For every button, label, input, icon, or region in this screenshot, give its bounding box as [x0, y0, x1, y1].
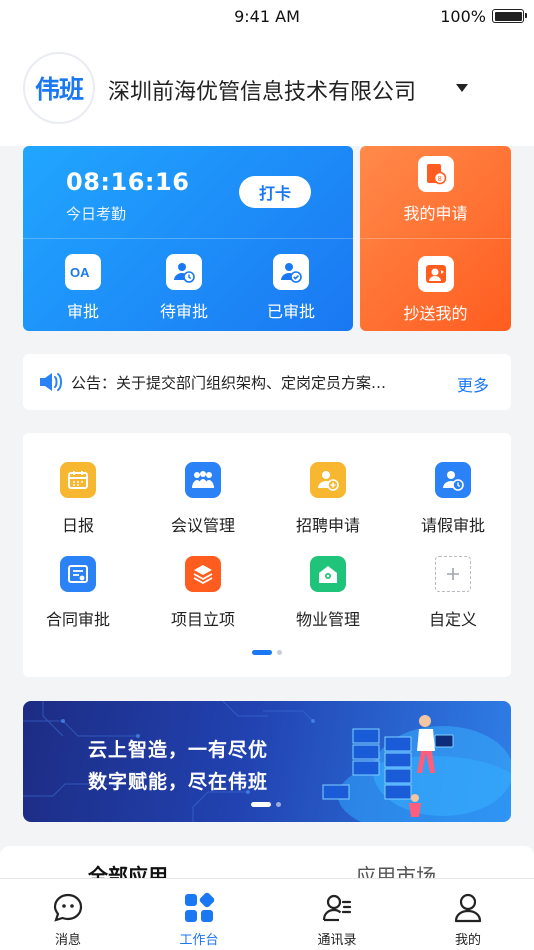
- property-icon: [310, 556, 346, 592]
- svg-text:8: 8: [437, 176, 441, 183]
- app-grid: 日报 会议管理 招聘申请 请假审批 合同审批 项目立项 物业管理 自定义: [23, 433, 511, 677]
- tab-label: 工作台: [179, 933, 219, 948]
- header: 伟班 深圳前海优管信息技术有限公司: [0, 34, 534, 146]
- my-application-item[interactable]: 8 我的申请: [360, 156, 511, 224]
- banner-page-indicator: [251, 802, 281, 807]
- cc-to-me-icon: [417, 256, 454, 292]
- my-application-label: 我的申请: [403, 204, 468, 223]
- app-label: 项目立项: [170, 610, 235, 629]
- app-label: 物业管理: [295, 610, 360, 629]
- notice-text[interactable]: 公告：关于提交部门组织架构、定岗定员方案…: [71, 372, 446, 393]
- contract-icon: [60, 556, 96, 592]
- page-dot: [277, 650, 282, 655]
- app-project-initiation[interactable]: 项目立项: [148, 556, 258, 630]
- app-label: 自定义: [428, 610, 477, 629]
- company-logo: 伟班: [23, 52, 95, 124]
- oa-icon: OA: [65, 254, 101, 290]
- app-label: 请假审批: [420, 516, 485, 535]
- banner-line-1: 云上智造，一有尽优: [88, 739, 269, 761]
- speaker-icon: [40, 373, 62, 391]
- punch-button[interactable]: 打卡: [239, 176, 311, 208]
- meeting-icon: [185, 462, 221, 498]
- promo-banner[interactable]: 云上智造，一有尽优 数字赋能，尽在伟班: [23, 701, 511, 822]
- attendance-card: 08:16:16 今日考勤 打卡 OA 审批 待审批 已审批: [23, 146, 353, 331]
- app-property-management[interactable]: 物业管理: [273, 556, 383, 630]
- banner-dot: [276, 802, 281, 807]
- app-recruitment[interactable]: 招聘申请: [273, 462, 383, 536]
- approved-icon: [273, 254, 309, 290]
- caret-down-icon[interactable]: [456, 84, 468, 92]
- plus-icon: [435, 556, 471, 592]
- battery-icon: [492, 9, 527, 23]
- banner-line-2: 数字赋能，尽在伟班: [88, 771, 269, 793]
- approval-item[interactable]: OA 审批: [43, 254, 123, 322]
- app-contract-approval[interactable]: 合同审批: [23, 556, 133, 630]
- status-bar: 9:41 AM 100%: [0, 0, 534, 34]
- requests-card: 8 我的申请 抄送我的: [360, 146, 511, 331]
- banner-dot-active: [251, 802, 271, 807]
- tab-label: 消息: [54, 933, 81, 948]
- pending-approval-item[interactable]: 待审批: [144, 254, 224, 322]
- message-icon: [51, 891, 85, 925]
- app-custom[interactable]: 自定义: [398, 556, 508, 630]
- my-application-icon: 8: [417, 156, 454, 192]
- app-page-indicator: [23, 650, 511, 655]
- notice-more-link[interactable]: 更多: [457, 372, 489, 396]
- svg-text:OA: OA: [70, 265, 90, 279]
- tab-messages[interactable]: 消息: [28, 891, 108, 948]
- approved-item[interactable]: 已审批: [251, 254, 331, 322]
- company-switcher[interactable]: 深圳前海优管信息技术有限公司: [108, 74, 416, 106]
- logo-text: 伟班: [34, 75, 84, 104]
- app-label: 招聘申请: [295, 516, 360, 535]
- tab-profile[interactable]: 我的: [428, 891, 508, 948]
- calendar-icon: [60, 462, 96, 498]
- tab-label: 我的: [454, 933, 481, 948]
- pending-approval-icon: [166, 254, 202, 290]
- app-meeting[interactable]: 会议管理: [148, 462, 258, 536]
- app-leave-approval[interactable]: 请假审批: [398, 462, 508, 536]
- workbench-icon: [182, 891, 216, 925]
- tab-workbench[interactable]: 工作台: [159, 891, 239, 948]
- cc-to-me-item[interactable]: 抄送我的: [360, 256, 511, 324]
- pending-approval-label: 待审批: [159, 302, 208, 321]
- cc-to-me-label: 抄送我的: [403, 304, 468, 323]
- notice-bar[interactable]: 公告：关于提交部门组织架构、定岗定员方案… 更多: [23, 354, 511, 410]
- contacts-icon: [320, 891, 354, 925]
- approval-label: 审批: [66, 302, 99, 321]
- page-dot-active: [252, 650, 272, 655]
- app-label: 合同审批: [45, 610, 110, 629]
- attendance-time: 08:16:16: [66, 168, 190, 196]
- divider: [360, 238, 511, 239]
- divider: [23, 238, 353, 239]
- battery-percentage: 100%: [440, 7, 486, 26]
- leave-icon: [435, 462, 471, 498]
- tab-contacts[interactable]: 通讯录: [297, 891, 377, 948]
- app-daily-report[interactable]: 日报: [23, 462, 133, 536]
- approved-label: 已审批: [266, 302, 315, 321]
- layers-icon: [185, 556, 221, 592]
- bottom-tab-bar: 消息 工作台 通讯录 我的: [0, 878, 534, 950]
- recruit-icon: [310, 462, 346, 498]
- tab-label: 通讯录: [317, 933, 357, 948]
- app-label: 会议管理: [170, 516, 235, 535]
- app-label: 日报: [61, 516, 94, 535]
- attendance-label: 今日考勤: [66, 205, 127, 223]
- profile-icon: [451, 891, 485, 925]
